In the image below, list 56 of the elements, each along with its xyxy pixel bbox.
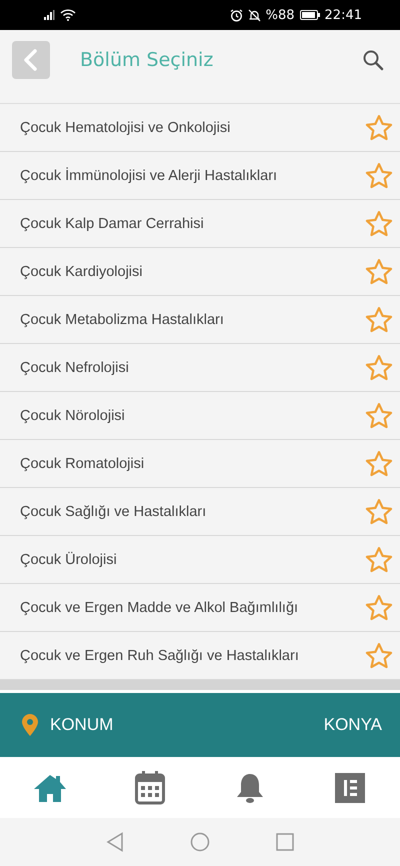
department-item[interactable]: Çocuk ve Ergen Madde ve Alkol Bağımlılığı xyxy=(0,584,400,632)
department-item[interactable]: Çocuk Ürolojisi xyxy=(0,536,400,584)
department-item[interactable]: Çocuk Hematolojisi ve Onkolojisi xyxy=(0,104,400,152)
star-icon[interactable] xyxy=(364,544,394,574)
department-item[interactable]: Çocuk Kardiyolojisi xyxy=(0,248,400,296)
recents-nav-icon[interactable] xyxy=(276,833,294,851)
search-icon[interactable] xyxy=(362,49,384,71)
home-icon[interactable] xyxy=(33,772,67,802)
star-icon[interactable] xyxy=(364,304,394,334)
department-item[interactable]: Çocuk Kalp Damar Cerrahisi xyxy=(0,200,400,248)
star-icon[interactable] xyxy=(364,592,394,622)
star-icon[interactable] xyxy=(364,112,394,142)
bell-icon[interactable] xyxy=(236,772,264,804)
department-name: Çocuk İmmünolojisi ve Alerji Hastalıkları xyxy=(20,168,278,184)
star-icon[interactable] xyxy=(364,160,394,190)
department-name: Çocuk Ürolojisi xyxy=(20,552,118,568)
department-name: Çocuk Nörolojisi xyxy=(20,408,126,424)
department-name: Çocuk Nefrolojisi xyxy=(20,360,130,376)
star-icon[interactable] xyxy=(364,496,394,526)
department-name: Çocuk Metabolizma Hastalıkları xyxy=(20,312,225,328)
home-nav-icon[interactable] xyxy=(190,832,210,852)
department-item[interactable]: Çocuk Romatolojisi xyxy=(0,440,400,488)
department-name: Çocuk ve Ergen Madde ve Alkol Bağımlılığı xyxy=(20,600,300,616)
department-item[interactable]: Çocuk İmmünolojisi ve Alerji Hastalıkları xyxy=(0,152,400,200)
signal-icon xyxy=(44,10,56,20)
department-name: Çocuk Kalp Damar Cerrahisi xyxy=(20,216,205,232)
battery-icon xyxy=(300,10,320,20)
department-name: Çocuk Romatolojisi xyxy=(20,456,146,472)
star-icon[interactable] xyxy=(364,208,394,238)
star-icon[interactable] xyxy=(364,400,394,430)
star-icon[interactable] xyxy=(364,352,394,382)
department-item[interactable]: Çocuk Nefrolojisi xyxy=(0,344,400,392)
department-name: Çocuk Sağlığı ve Hastalıkları xyxy=(20,504,208,520)
star-icon[interactable] xyxy=(364,640,394,670)
department-name: Çocuk Kardiyolojisi xyxy=(20,264,144,280)
alarm-icon xyxy=(230,8,243,22)
calendar-icon[interactable] xyxy=(135,770,165,804)
bell-off-icon xyxy=(248,8,261,22)
department-item[interactable]: Çocuk Sağlığı ve Hastalıkları xyxy=(0,488,400,536)
battery-percent: %88 xyxy=(266,8,295,22)
department-name: Çocuk Hematolojisi ve Onkolojisi xyxy=(20,120,232,136)
wifi-icon xyxy=(60,9,76,21)
star-icon[interactable] xyxy=(364,256,394,286)
page-title: Bölüm Seçiniz xyxy=(80,49,214,71)
location-label: KONUM xyxy=(50,715,114,735)
department-item[interactable]: Çocuk Metabolizma Hastalıkları xyxy=(0,296,400,344)
chevron-left-icon xyxy=(23,49,39,71)
clock-time: 22:41 xyxy=(324,8,362,22)
location-value[interactable]: KONYA xyxy=(324,715,382,735)
list-icon[interactable] xyxy=(335,772,365,802)
department-name: Çocuk ve Ergen Ruh Sağlığı ve Hastalıkları xyxy=(20,648,300,664)
star-icon[interactable] xyxy=(364,448,394,478)
location-pin-icon xyxy=(22,714,38,736)
department-item[interactable]: Çocuk Nörolojisi xyxy=(0,392,400,440)
back-button[interactable] xyxy=(12,41,50,79)
back-nav-icon[interactable] xyxy=(106,832,124,852)
